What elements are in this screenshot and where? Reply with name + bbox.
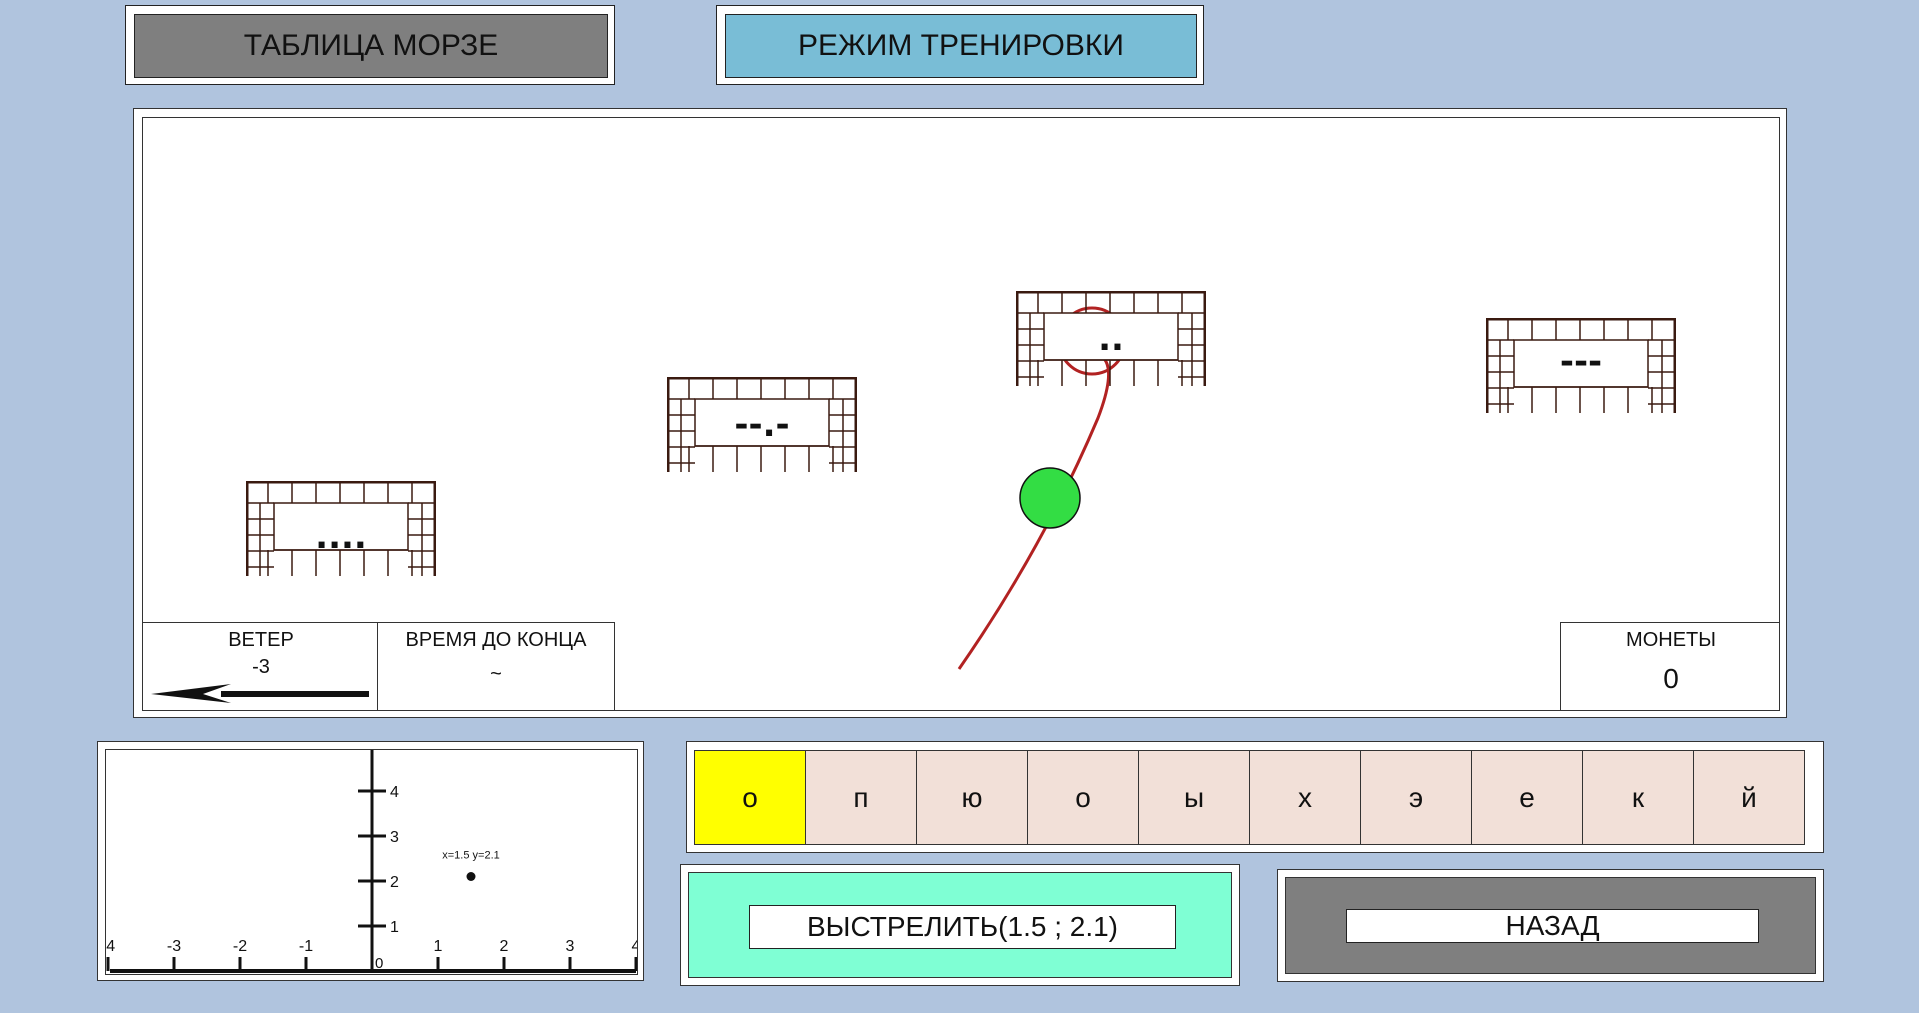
letter-choice[interactable]: э (1360, 750, 1472, 845)
target-morse-code: --.- (734, 405, 790, 445)
fire-panel: ВЫСТРЕЛИТЬ(1.5 ; 2.1) (680, 864, 1240, 986)
y-tick-label: 3 (390, 829, 399, 846)
letter-choice[interactable]: о (1027, 750, 1139, 845)
x-tick-label: -3 (167, 938, 181, 955)
timer-label: ВРЕМЯ ДО КОНЦА (405, 629, 587, 651)
x-tick-label: 4 (632, 938, 637, 955)
wind-value: -3 (252, 656, 270, 678)
aim-point-label: x=1.5 y=2.1 (442, 850, 500, 862)
letter-choice[interactable]: й (1693, 750, 1805, 845)
back-panel-inner: НАЗАД (1285, 877, 1816, 974)
letter-choice[interactable]: п (805, 750, 917, 845)
y-tick-label: 2 (390, 874, 399, 891)
training-mode-button[interactable]: РЕЖИМ ТРЕНИРОВКИ (725, 14, 1197, 78)
x-tick-label: 2 (500, 938, 509, 955)
target-4[interactable]: --- (1486, 318, 1676, 413)
aim-point (466, 872, 476, 881)
fire-panel-inner: ВЫСТРЕЛИТЬ(1.5 ; 2.1) (688, 872, 1232, 978)
letter-choice[interactable]: ю (916, 750, 1028, 845)
morse-table-button-frame: ТАБЛИЦА МОРЗЕ (125, 5, 615, 85)
training-mode-button-frame: РЕЖИМ ТРЕНИРОВКИ (716, 5, 1204, 85)
x-tick-label: -1 (299, 938, 313, 955)
aim-graph-canvas: -4 -3 -2 -1 1 2 3 4 1 2 3 4 0 x=1.5 y=2.1 (106, 750, 637, 973)
origin-label: 0 (375, 955, 383, 972)
ball (1019, 467, 1081, 529)
aim-graph-panel: -4 -3 -2 -1 1 2 3 4 1 2 3 4 0 x=1.5 y=2.1 (97, 741, 644, 981)
target-morse-code: --- (1559, 342, 1603, 382)
x-tick-label: -4 (106, 938, 115, 955)
morse-table-button[interactable]: ТАБЛИЦА МОРЗЕ (134, 14, 608, 78)
x-tick-label: 1 (434, 938, 443, 955)
timer-value: ~ (490, 663, 502, 685)
letter-choice[interactable]: к (1582, 750, 1694, 845)
letter-choices-panel: опюоыхэекй (686, 741, 1824, 853)
coins-panel: МОНЕТЫ 0 (1560, 622, 1779, 710)
coins-value: 0 (1663, 663, 1679, 694)
game-field: .... --.- .. --- ВЕТЕР -3 ВРЕМЯ ДО КОНЦА… (133, 108, 1787, 718)
wind-arrow-icon (151, 684, 369, 703)
target-1[interactable]: .... (246, 481, 436, 576)
x-tick-label: 3 (566, 938, 575, 955)
back-panel: НАЗАД (1277, 869, 1824, 982)
y-tick-label: 1 (390, 919, 399, 936)
letter-choice[interactable]: е (1471, 750, 1583, 845)
aim-graph[interactable]: -4 -3 -2 -1 1 2 3 4 1 2 3 4 0 x=1.5 y=2.1 (105, 749, 638, 975)
target-3[interactable]: .. (1016, 291, 1206, 386)
coins-label: МОНЕТЫ (1626, 629, 1716, 651)
wind-label: ВЕТЕР (228, 629, 294, 651)
back-button[interactable]: НАЗАД (1346, 909, 1759, 943)
y-tick-label: 4 (390, 784, 399, 801)
fire-button[interactable]: ВЫСТРЕЛИТЬ(1.5 ; 2.1) (749, 905, 1176, 949)
target-morse-code: .... (315, 517, 367, 557)
target-2[interactable]: --.- (667, 377, 857, 472)
game-field-inner: .... --.- .. --- ВЕТЕР -3 ВРЕМЯ ДО КОНЦА… (142, 117, 1780, 711)
x-tick-label: -2 (233, 938, 247, 955)
target-morse-code: .. (1098, 319, 1124, 359)
letter-choice[interactable]: х (1249, 750, 1361, 845)
timer-panel: ВРЕМЯ ДО КОНЦА ~ (377, 622, 615, 710)
letter-choices: опюоыхэекй (694, 750, 1805, 845)
letter-choice[interactable]: о (694, 750, 806, 845)
letter-choice[interactable]: ы (1138, 750, 1250, 845)
wind-panel: ВЕТЕР -3 (143, 622, 380, 710)
